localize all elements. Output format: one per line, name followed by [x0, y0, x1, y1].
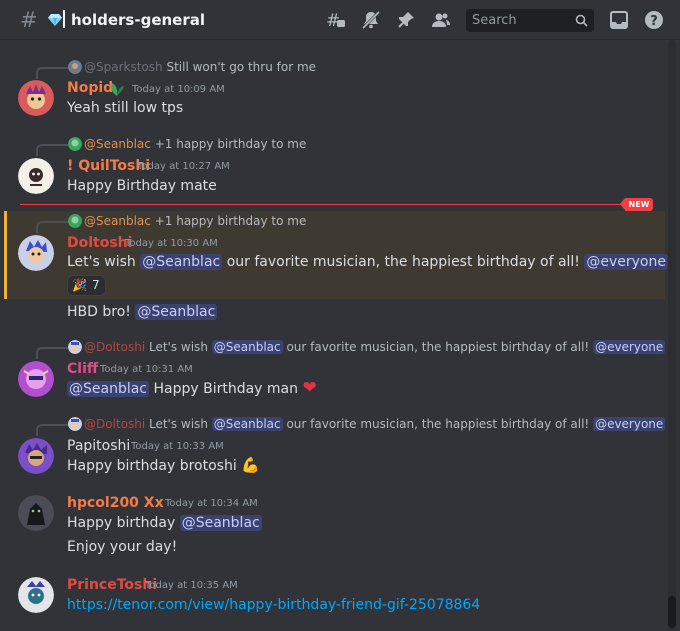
everyone-mention[interactable]: @everyone — [593, 340, 666, 354]
avatar[interactable] — [18, 495, 54, 531]
diamond-icon — [48, 14, 62, 26]
message-text-line2: Enjoy your day! — [67, 539, 178, 555]
avatar[interactable] — [18, 235, 54, 271]
message-text: Happy Birthday mate — [67, 178, 217, 194]
text-segment: Happy birthday — [67, 515, 176, 531]
reply-preview[interactable]: Still won't go thru for me — [166, 60, 316, 74]
search-placeholder: Search — [472, 13, 517, 28]
username[interactable]: Papitoshi — [67, 437, 130, 455]
avatar — [68, 340, 82, 354]
channel-header: # holders-general # Search ? — [0, 0, 680, 40]
avatar — [68, 60, 82, 74]
timestamp: Today at 10:30 AM — [125, 238, 218, 249]
new-badge: NEW — [625, 198, 653, 211]
reaction-count: 7 — [92, 278, 100, 292]
avatar[interactable] — [18, 80, 54, 116]
reply-preview[interactable]: +1 happy birthday to me — [155, 214, 307, 228]
message-text: Let's wish @Seanblac our favorite musici… — [67, 253, 668, 271]
scrollbar-track[interactable] — [668, 40, 676, 631]
timestamp: Today at 10:31 AM — [100, 364, 193, 375]
username[interactable]: Cliff — [67, 360, 98, 378]
avatar — [68, 214, 82, 228]
member-list-icon[interactable] — [431, 10, 451, 30]
username[interactable]: PrinceToshi — [67, 576, 157, 594]
reply-username[interactable]: @Seanblac — [84, 214, 151, 228]
avatar — [68, 417, 82, 431]
everyone-mention[interactable]: @everyone — [584, 254, 668, 270]
user-mention[interactable]: @Seanblac — [67, 381, 150, 397]
avatar[interactable] — [18, 438, 54, 474]
reply-username[interactable]: @Seanblac — [84, 137, 151, 151]
text-segment: Let's wish — [67, 254, 136, 270]
avatar[interactable] — [18, 361, 54, 397]
threads-icon[interactable]: # — [326, 10, 346, 30]
reply-connector — [36, 67, 68, 79]
avatar[interactable] — [18, 158, 54, 194]
reply-preview[interactable]: Let's wish — [149, 417, 208, 431]
reply-preview[interactable]: our favorite musician, the happiest birt… — [286, 417, 589, 431]
reply-preview[interactable]: +1 happy birthday to me — [155, 137, 307, 151]
message-text: Happy birthday @Seanblac — [67, 514, 262, 532]
channel-divider — [63, 10, 65, 28]
reply-username[interactable]: @Sparkstosh — [84, 60, 163, 74]
gif-link[interactable]: https://tenor.com/view/happy-birthday-fr… — [67, 596, 480, 614]
help-icon[interactable]: ? — [644, 10, 664, 30]
reaction-button[interactable]: 🎉 7 — [67, 275, 106, 296]
reply-connector — [36, 144, 68, 156]
message-text: @Seanblac Happy Birthday man ❤ — [67, 379, 317, 398]
reply-preview[interactable]: our favorite musician, the happiest birt… — [286, 340, 589, 354]
reply-username[interactable]: @Doltoshi — [84, 340, 145, 354]
svg-text:?: ? — [650, 14, 658, 29]
reply-connector — [36, 221, 68, 233]
text-segment: Happy birthday brotoshi — [67, 458, 237, 474]
leaf-badge-icon — [111, 83, 124, 96]
message-continuation[interactable]: HBD bro! @Seanblac — [67, 303, 218, 321]
text-segment: Happy Birthday man — [153, 381, 298, 397]
user-mention[interactable]: @Seanblac — [211, 340, 283, 354]
avatar — [68, 137, 82, 151]
message-text: Yeah still low tps — [67, 100, 184, 116]
reply-preview[interactable]: Let's wish — [149, 340, 208, 354]
new-messages-divider — [20, 204, 626, 205]
pin-icon[interactable] — [396, 10, 416, 30]
search-input[interactable]: Search — [466, 9, 594, 32]
flexed-biceps-icon: 💪 — [241, 456, 260, 474]
search-icon — [575, 14, 588, 27]
notification-muted-icon[interactable] — [361, 10, 381, 30]
username[interactable]: Doltoshi — [67, 234, 132, 252]
reply-connector — [36, 347, 68, 359]
user-mention[interactable]: @Seanblac — [179, 515, 262, 531]
text-segment: our favorite musician, the happiest birt… — [226, 254, 580, 270]
channel-name: holders-general — [71, 11, 206, 29]
everyone-mention[interactable]: @everyone — [593, 417, 666, 431]
user-mention[interactable]: @Seanblac — [211, 417, 283, 431]
reply-connector — [36, 424, 68, 436]
username[interactable]: hpcol200 Xx — [67, 494, 164, 512]
username[interactable]: Nopid — [67, 79, 113, 97]
scrollbar-thumb[interactable] — [668, 596, 676, 628]
reply-username[interactable]: @Doltoshi — [84, 417, 145, 431]
timestamp: Today at 10:27 AM — [137, 161, 230, 172]
inbox-icon[interactable] — [609, 10, 629, 30]
user-mention[interactable]: @Seanblac — [140, 254, 223, 270]
timestamp: Today at 10:33 AM — [131, 441, 224, 452]
timestamp: Today at 10:34 AM — [165, 498, 258, 509]
avatar[interactable] — [18, 577, 54, 613]
party-popper-icon: 🎉 — [72, 278, 87, 292]
timestamp: Today at 10:35 AM — [145, 580, 238, 591]
timestamp: Today at 10:09 AM — [132, 84, 225, 95]
text-segment: HBD bro! — [67, 304, 131, 320]
heart-icon: ❤ — [302, 378, 317, 398]
user-mention[interactable]: @Seanblac — [135, 304, 218, 320]
text-channel-icon: # — [20, 8, 38, 32]
message-text: Happy birthday brotoshi 💪 — [67, 456, 260, 475]
